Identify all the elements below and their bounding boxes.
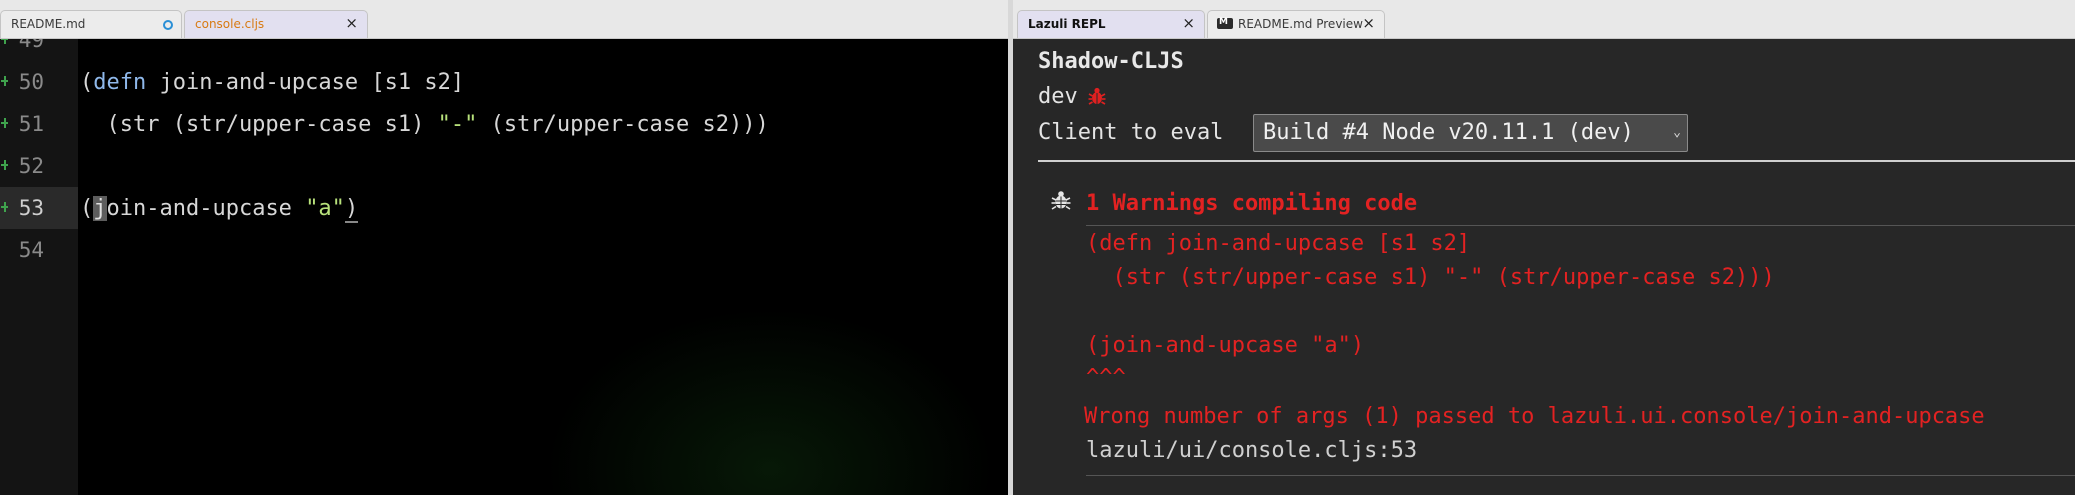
- markdown-preview-icon: [1217, 17, 1233, 29]
- code-editor[interactable]: 49 50 (defn join-and-upcase [s1 s2] 51 (…: [0, 39, 1008, 495]
- tab-lazuli-repl[interactable]: Lazuli REPL ×: [1017, 10, 1205, 38]
- tab-label: README.md Preview: [1238, 17, 1363, 31]
- repl-panel: Shadow-CLJS dev Client to eval Build #4 …: [1013, 39, 2075, 495]
- editor-line: 52: [0, 145, 1008, 187]
- warning-location-link[interactable]: lazuli/ui/console.cljs:53: [1086, 438, 1417, 463]
- editor-tab-bar: README.md console.cljs ×: [0, 0, 1010, 39]
- warning-caret: ^^^: [1086, 365, 1126, 390]
- line-number: 51: [18, 112, 44, 136]
- divider: [1086, 225, 2075, 226]
- code-text: (defn join-and-upcase [s1 s2]: [80, 70, 465, 95]
- repl-title: Shadow-CLJS: [1038, 49, 1184, 74]
- code-text: (join-and-upcase "a"): [80, 196, 359, 223]
- line-number: 54: [18, 238, 44, 262]
- tab-console-cljs[interactable]: console.cljs ×: [184, 10, 368, 38]
- tab-readme[interactable]: README.md: [0, 10, 182, 38]
- line-number: 49: [18, 39, 44, 52]
- close-tab-icon[interactable]: ×: [1182, 15, 1195, 31]
- repl-tab-bar: Lazuli REPL × README.md Preview ×: [1013, 0, 2075, 39]
- text-cursor: j: [93, 196, 107, 221]
- client-select-value: Build #4 Node v20.11.1 (dev): [1263, 120, 1634, 145]
- build-indicator: dev: [1038, 84, 1106, 109]
- warning-code-line: (defn join-and-upcase [s1 s2]: [1086, 231, 1471, 256]
- warning-code-line: (join-and-upcase "a"): [1086, 333, 1365, 358]
- tab-label: console.cljs: [195, 17, 265, 31]
- bug-icon: [1051, 189, 1071, 211]
- modified-indicator-icon: [163, 20, 173, 30]
- git-added-icon: [1, 74, 8, 88]
- chevron-down-icon: ⌄: [1673, 125, 1681, 140]
- divider: [1038, 160, 2075, 162]
- warning-code-line: (str (str/upper-case s1) "-" (str/upper-…: [1086, 265, 1775, 290]
- git-added-icon: [1, 116, 8, 130]
- editor-line: 49: [0, 39, 1008, 61]
- app-window: README.md console.cljs × Lazuli REPL × R…: [0, 0, 2075, 495]
- close-tab-icon[interactable]: ×: [345, 15, 358, 31]
- build-name: dev: [1038, 84, 1078, 109]
- bug-icon: [1088, 86, 1106, 106]
- line-number: 53: [0, 187, 78, 229]
- git-added-icon: [1, 158, 8, 172]
- warning-title: 1 Warnings compiling code: [1086, 191, 1418, 216]
- git-added-icon: [1, 200, 8, 214]
- close-tab-icon[interactable]: ×: [1362, 15, 1375, 31]
- editor-line: 51 (str (str/upper-case s1) "-" (str/upp…: [0, 103, 1008, 145]
- editor-line: 50 (defn join-and-upcase [s1 s2]: [0, 61, 1008, 103]
- tab-readme-preview[interactable]: README.md Preview ×: [1207, 10, 1385, 38]
- editor-line: 54: [0, 229, 1008, 271]
- client-select[interactable]: Build #4 Node v20.11.1 (dev) ⌄: [1253, 114, 1688, 152]
- line-number: 50: [18, 70, 44, 94]
- line-number: 52: [18, 154, 44, 178]
- tab-label: Lazuli REPL: [1028, 17, 1106, 31]
- client-to-eval-label: Client to eval: [1038, 120, 1224, 145]
- tab-label: README.md: [11, 17, 86, 31]
- editor-line-current: 53 (join-and-upcase "a"): [0, 187, 1008, 229]
- code-text: (str (str/upper-case s1) "-" (str/upper-…: [80, 112, 769, 137]
- divider: [1086, 475, 2075, 476]
- git-added-icon: [1, 39, 8, 46]
- warning-message: Wrong number of args (1) passed to lazul…: [1084, 404, 1985, 429]
